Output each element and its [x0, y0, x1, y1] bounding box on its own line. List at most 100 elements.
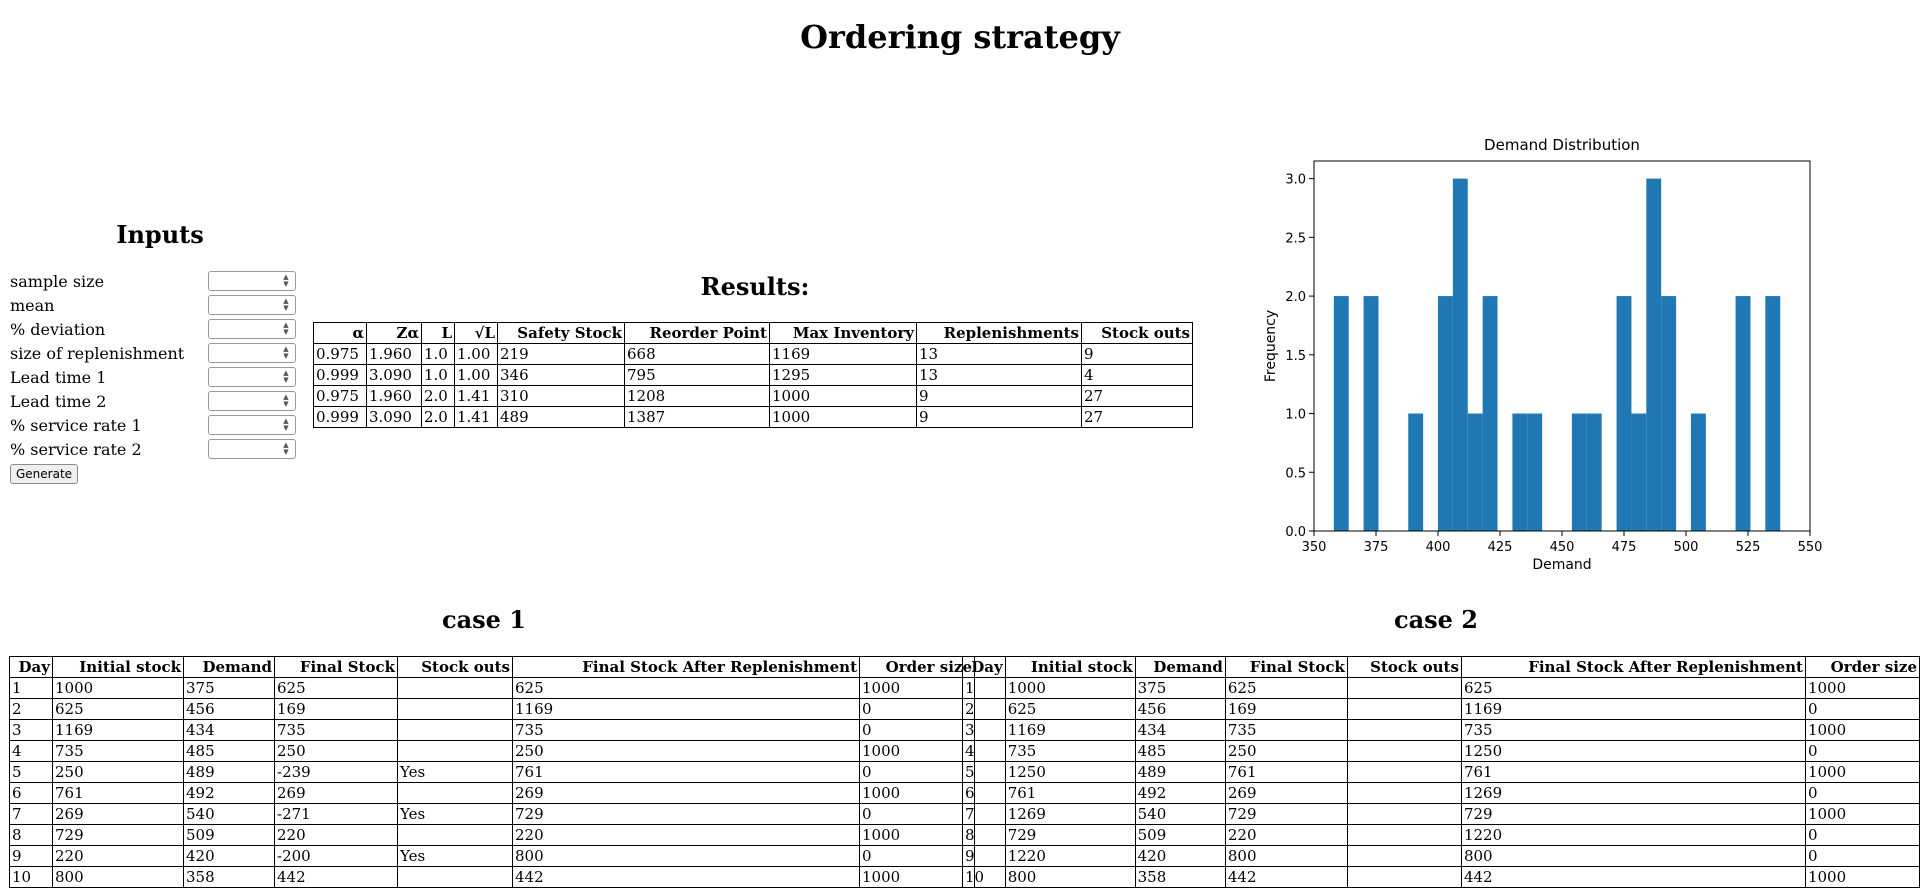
service-rate-2-label: % service rate 2	[10, 440, 142, 459]
spinner-arrows-icon[interactable]: ▲ ▼	[281, 442, 291, 456]
table-row: 7 269 540 -271 Yes 729 0	[9, 803, 975, 825]
table-cell: 0	[1804, 740, 1920, 762]
table-cell: 442	[512, 866, 860, 888]
table-cell: 0	[1804, 845, 1920, 867]
table-cell: 420	[183, 845, 275, 867]
column-header: Order size	[859, 656, 975, 678]
table-cell: 485	[1134, 740, 1226, 762]
table-cell: 9	[962, 845, 1006, 867]
histogram-bar	[1527, 413, 1543, 531]
spinner-arrows-icon[interactable]: ▲ ▼	[281, 298, 291, 312]
table-cell: 1250	[1004, 761, 1136, 783]
service-rate-1-input[interactable]: ▲ ▼	[208, 415, 296, 435]
lead-time-1-input[interactable]: ▲ ▼	[208, 367, 296, 387]
table-cell: 729	[512, 803, 860, 825]
table-cell: 625	[512, 677, 860, 699]
table-cell: 625	[52, 698, 184, 720]
generate-button[interactable]: Generate	[10, 464, 79, 484]
table-cell: 761	[52, 782, 184, 804]
table-cell: 269	[1224, 782, 1348, 804]
replenishment-size-input[interactable]: ▲ ▼	[208, 343, 296, 363]
demand-distribution-chart: Demand Distribution 350 375 400 425 450 475 500…	[1263, 136, 1822, 573]
spinner-arrows-icon[interactable]: ▲ ▼	[281, 394, 291, 408]
table-cell: 27	[1081, 385, 1193, 407]
lead-time-2-input[interactable]: ▲ ▼	[208, 391, 296, 411]
table-cell	[397, 824, 513, 846]
column-header: Zα	[366, 322, 422, 344]
service-rate-2-input[interactable]: ▲ ▼	[208, 439, 296, 459]
table-cell: 0.975	[313, 343, 367, 365]
column-header: Replenishments	[916, 322, 1082, 344]
table-cell: 729	[1004, 824, 1136, 846]
table-row: 2 625 456 169 1169 0	[962, 698, 1920, 720]
mean-label: mean	[10, 296, 55, 315]
table-cell: 1000	[769, 406, 917, 428]
case-1-title: case 1	[442, 605, 526, 634]
table-cell: 492	[1134, 782, 1226, 804]
table-cell	[397, 698, 513, 720]
spinner-arrows-icon[interactable]: ▲ ▼	[281, 346, 291, 360]
table-cell: 735	[1224, 719, 1348, 741]
table-cell: 729	[1460, 803, 1806, 825]
table-cell: -239	[274, 761, 398, 783]
table-cell: 761	[1224, 761, 1348, 783]
table-cell	[1346, 782, 1462, 804]
chart-title: Demand Distribution	[1484, 136, 1640, 154]
lead-time-2-row: Lead time 2 ▲ ▼	[10, 391, 300, 413]
table-cell: 1	[9, 677, 53, 699]
table-cell: 220	[52, 845, 184, 867]
table-cell: 1000	[859, 677, 975, 699]
table-cell: 2.0	[421, 385, 455, 407]
table-cell: 761	[512, 761, 860, 783]
deviation-input[interactable]: ▲ ▼	[208, 319, 296, 339]
header-row: α Zα L √L Safety Stock Reorder Point Max Inven…	[313, 322, 1193, 344]
table-cell: 1000	[859, 740, 975, 762]
table-cell: 4	[9, 740, 53, 762]
table-cell: 0	[859, 845, 975, 867]
table-row: 1 1000 375 625 625 1000	[9, 677, 975, 699]
table-cell: -271	[274, 803, 398, 825]
table-cell	[397, 719, 513, 741]
table-cell: 729	[1224, 803, 1348, 825]
table-cell: 625	[1004, 698, 1136, 720]
sample-size-input[interactable]: ▲ ▼	[208, 271, 296, 291]
table-cell: 0	[1804, 698, 1920, 720]
table-cell: 761	[1004, 782, 1136, 804]
spinner-arrows-icon[interactable]: ▲ ▼	[281, 370, 291, 384]
table-cell: 6	[9, 782, 53, 804]
table-cell: 456	[1134, 698, 1226, 720]
table-cell: 169	[274, 698, 398, 720]
table-cell: 1220	[1004, 845, 1136, 867]
table-cell: 0.999	[313, 406, 367, 428]
y-tick-label: 0.5	[1285, 466, 1306, 481]
table-cell: 1000	[1804, 803, 1920, 825]
spinner-arrows-icon[interactable]: ▲ ▼	[281, 418, 291, 432]
service-rate-1-row: % service rate 1 ▲ ▼	[10, 415, 300, 437]
table-cell: 3	[9, 719, 53, 741]
table-cell: 625	[1224, 677, 1348, 699]
table-cell: 1.00	[454, 364, 498, 386]
results-title: Results:	[700, 272, 810, 301]
table-cell: 0	[859, 719, 975, 741]
y-tick-label: 1.0	[1285, 408, 1306, 423]
column-header: Stock outs	[397, 656, 513, 678]
table-cell	[397, 866, 513, 888]
case-2-title: case 2	[1394, 605, 1478, 634]
table-cell: 0	[859, 803, 975, 825]
results-table: α Zα L √L Safety Stock Reorder Point Max Inven…	[313, 322, 1193, 428]
table-row: 6 761 492 269 1269 0	[962, 782, 1920, 804]
mean-input[interactable]: ▲ ▼	[208, 295, 296, 315]
table-cell: 2.0	[421, 406, 455, 428]
table-cell: 5	[9, 761, 53, 783]
lead-time-1-label: Lead time 1	[10, 368, 107, 387]
table-row: 6 761 492 269 269 1000	[9, 782, 975, 804]
table-row: 4 735 485 250 1250 0	[962, 740, 1920, 762]
plot-frame	[1313, 160, 1811, 532]
case-1-table: Day Initial stock Demand Final Stock Stock o…	[9, 656, 975, 888]
spinner-arrows-icon[interactable]: ▲ ▼	[281, 322, 291, 336]
table-cell: 761	[1460, 761, 1806, 783]
table-cell: 485	[183, 740, 275, 762]
table-cell: 1208	[624, 385, 770, 407]
spinner-arrows-icon[interactable]: ▲ ▼	[281, 274, 291, 288]
column-header: Reorder Point	[624, 322, 770, 344]
